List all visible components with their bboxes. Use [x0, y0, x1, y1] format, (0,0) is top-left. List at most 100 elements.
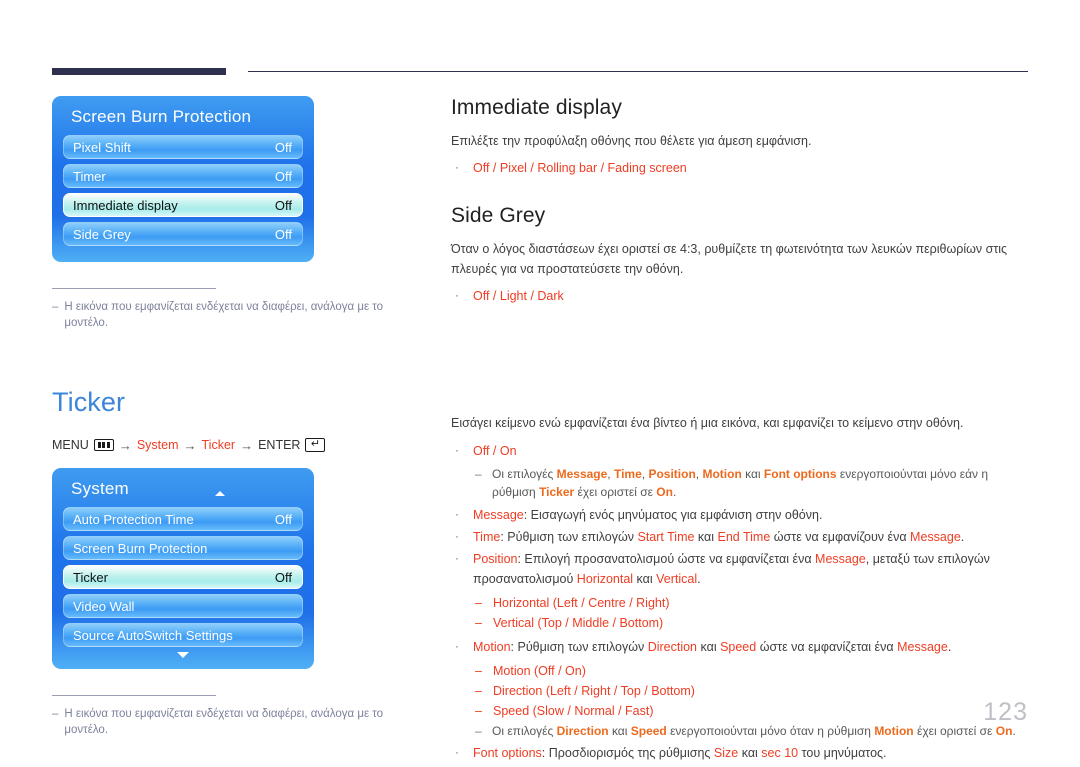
- sub-dash-icon: –: [475, 595, 482, 610]
- term-motion: Motion: [702, 466, 742, 481]
- osd-row-value: Off: [274, 197, 292, 213]
- bullet-part: : Ρύθμιση των επιλογών: [510, 639, 648, 654]
- list-item: · Off / Light / Dark: [451, 286, 1029, 306]
- osd-title: System: [63, 477, 303, 507]
- header-divider: [52, 66, 1028, 80]
- footnote-rule: [52, 695, 216, 697]
- arrow-icon: →: [183, 437, 197, 453]
- term-vertical: Vertical: [656, 571, 698, 586]
- osd-row-immediate-display[interactable]: Immediate display Off: [63, 193, 303, 217]
- sub-options: (Left / Right / Top / Bottom): [545, 683, 695, 698]
- osd-row-label: Pixel Shift: [73, 139, 131, 155]
- term-message: Message: [815, 551, 866, 566]
- header-thin-rule: [248, 71, 1028, 72]
- sub-dash-icon: –: [475, 703, 482, 718]
- note-part: και: [741, 466, 764, 481]
- list-item-motion: · Motion: Ρύθμιση των επιλογών Direction…: [451, 637, 1029, 657]
- header-thick-bar: [52, 68, 226, 75]
- ticker-left-block: Ticker MENU → System → Ticker → ENTER ↵ …: [52, 387, 432, 738]
- list-item: · Off / Pixel / Rolling bar / Fading scr…: [451, 158, 1029, 178]
- position-sublist: – Horizontal (Left / Centre / Right) – V…: [475, 593, 1029, 633]
- note-ticker-enable: – Οι επιλογές Message, Time, Position, M…: [475, 465, 1029, 502]
- menu-icon: [93, 439, 114, 452]
- osd-row-label: Screen Burn Protection: [73, 540, 208, 556]
- term-font-options: Font options: [473, 746, 542, 761]
- body-ticker: Εισάγει κείμενο ενώ εμφανίζεται ένα βίντ…: [451, 416, 964, 431]
- term-message: Message: [897, 639, 948, 654]
- page-number: 123: [983, 698, 1028, 726]
- term-horizontal: Horizontal: [493, 595, 550, 610]
- term-direction: Direction: [493, 683, 543, 698]
- note-part: ,: [607, 466, 614, 481]
- bullet-part: : Προσδιορισμός της ρύθμισης: [541, 746, 714, 761]
- sub-item-direction: – Direction (Left / Right / Top / Bottom…: [475, 681, 1029, 701]
- osd-row-label: Timer: [73, 168, 106, 184]
- osd-row-label: Video Wall: [73, 598, 135, 614]
- arrow-icon: →: [118, 437, 132, 453]
- osd-row-source-autoswitch-settings[interactable]: Source AutoSwitch Settings: [63, 623, 303, 648]
- menu-path-item-system: System: [136, 438, 179, 453]
- note-dash: –: [475, 466, 482, 481]
- note-text: Οι επιλογές Direction και Speed ενεργοπο…: [492, 722, 1016, 741]
- osd-title: Screen Burn Protection: [71, 107, 252, 126]
- osd-row-video-wall[interactable]: Video Wall: [63, 594, 303, 619]
- sub-options: (Off / On): [534, 663, 586, 678]
- list-item-font-options: · Font options: Προσδιορισμός της ρύθμισ…: [451, 743, 1029, 763]
- sub-text: Horizontal (Left / Centre / Right): [493, 593, 669, 613]
- chevron-down-icon[interactable]: [177, 652, 189, 659]
- osd-row-value: Off: [274, 139, 292, 155]
- bullet-icon: ·: [455, 288, 459, 303]
- sub-dash-icon: –: [475, 615, 482, 630]
- footnote-text: Η εικόνα που εμφανίζεται ενδέχεται να δι…: [64, 301, 384, 330]
- term-on: On: [656, 485, 673, 500]
- osd-row-label: Source AutoSwitch Settings: [73, 627, 233, 643]
- osd-row-timer[interactable]: Timer Off: [63, 164, 303, 188]
- osd-row-side-grey[interactable]: Side Grey Off: [63, 222, 303, 246]
- bullet-icon: ·: [455, 442, 459, 457]
- osd-row-screen-burn-protection[interactable]: Screen Burn Protection: [63, 536, 303, 561]
- option-values: Off / Light / Dark: [473, 289, 564, 304]
- option-values: Off / Pixel / Rolling bar / Fading scree…: [473, 161, 687, 176]
- footnote-text: Η εικόνα που εμφανίζεται ενδέχεται να δι…: [64, 708, 384, 737]
- note-part: Οι επιλογές: [492, 723, 557, 738]
- chevron-up-icon[interactable]: [215, 491, 225, 497]
- term-speed: Speed: [720, 639, 757, 654]
- osd-row-label: Auto Protection Time: [73, 511, 194, 527]
- sub-text: Motion (Off / On): [493, 661, 586, 681]
- options-side-grey: · Off / Light / Dark: [451, 286, 1029, 306]
- sub-item-speed: – Speed (Slow / Normal / Fast): [475, 701, 1029, 721]
- sub-text: Speed (Slow / Normal / Fast): [493, 701, 654, 721]
- term-ticker: Ticker: [539, 485, 575, 500]
- sub-options: (Left / Centre / Right): [552, 595, 670, 610]
- term-position: Position: [648, 466, 696, 481]
- bullet-part: .: [947, 639, 952, 654]
- bullet-part: και: [694, 529, 718, 544]
- bullet-part: και: [697, 639, 721, 654]
- bullet-icon: ·: [455, 745, 459, 760]
- enter-icon: ↵: [305, 438, 326, 453]
- osd-row-value: Off: [274, 226, 292, 242]
- sub-dash-icon: –: [475, 683, 482, 698]
- term-time: Time: [473, 529, 501, 544]
- list-item-time: · Time: Ρύθμιση των επιλογών Start Time …: [451, 527, 1029, 547]
- term-motion: Motion: [473, 639, 511, 654]
- osd-row-ticker[interactable]: Ticker Off: [63, 565, 303, 590]
- note-motion-enable: – Οι επιλογές Direction και Speed ενεργο…: [475, 722, 1029, 741]
- term-message: Message: [556, 466, 608, 481]
- bullet-part: : Ρύθμιση των επιλογών: [500, 529, 638, 544]
- osd-row-label: Side Grey: [73, 226, 131, 242]
- bullet-text: Time: Ρύθμιση των επιλογών Start Time κα…: [473, 527, 1029, 547]
- term-horizontal: Horizontal: [576, 571, 634, 586]
- heading-side-grey: Side Grey: [451, 204, 546, 228]
- bullet-text: Message: Εισαγωγή ενός μηνύματος για εμφ…: [473, 505, 1029, 525]
- page-title-ticker: Ticker: [52, 387, 126, 418]
- osd-row-label: Immediate display: [73, 197, 178, 213]
- bullet-icon: ·: [455, 506, 459, 521]
- footnote-block-1: – Η εικόνα που εμφανίζεται ενδέχεται να …: [52, 288, 392, 331]
- document-page: Screen Burn Protection Pixel Shift Off T…: [0, 0, 1080, 763]
- osd-row-auto-protection-time[interactable]: Auto Protection Time Off: [63, 507, 303, 532]
- note-dash: –: [475, 723, 482, 738]
- osd-row-pixel-shift[interactable]: Pixel Shift Off: [63, 135, 303, 159]
- bullet-part: ώστε να εμφανίζεται ένα: [756, 639, 898, 654]
